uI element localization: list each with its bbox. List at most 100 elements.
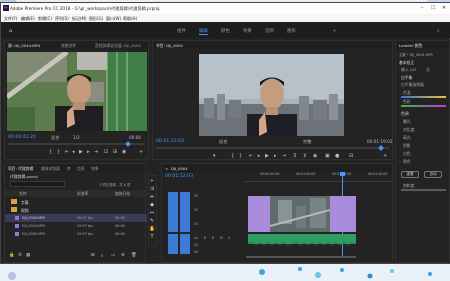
source-patch-v1[interactable] (168, 192, 178, 232)
track-toggle-voice[interactable]: 8 (212, 236, 214, 240)
step-back-icon[interactable]: ◂ (72, 149, 75, 155)
video-clip[interactable] (330, 196, 356, 232)
export-frame-icon[interactable]: ◉ (122, 149, 126, 155)
ripple-edit-tool-icon[interactable]: ⇹ (149, 194, 155, 200)
column-name[interactable]: 名称 (19, 191, 27, 197)
tab-audio-clip-mixer[interactable]: 音频剪辑混合器: DJI_0004 (95, 43, 141, 49)
program-marker-icon[interactable]: ▾ (213, 153, 216, 159)
lift-icon[interactable]: ⊼ (293, 153, 297, 159)
track-select-tool-icon[interactable]: ⇉ (149, 186, 155, 192)
icon-view-icon[interactable]: ▦ (26, 253, 30, 258)
list-item[interactable]: 视频 (5, 206, 147, 214)
type-tool-icon[interactable]: T (149, 234, 155, 240)
program-go-to-out-icon[interactable]: ⇥ (282, 153, 286, 159)
tab-source[interactable]: 源: DJI_0044.MP4 (8, 43, 40, 49)
lumetri-master-clip[interactable]: 主要 * DJI_0004.MP4 (399, 52, 433, 57)
program-resolution-select[interactable]: 完整 (303, 139, 311, 145)
timeline-playhead-handle[interactable] (340, 172, 345, 176)
column-media-start[interactable]: 媒体开始 (115, 191, 130, 197)
list-view-icon[interactable]: ☰ (18, 253, 22, 258)
tab-info[interactable]: 信息 (77, 166, 85, 172)
overwrite-icon[interactable]: ⊞ (113, 149, 117, 155)
mark-out-icon[interactable]: } (57, 149, 60, 155)
source-video-frame[interactable] (7, 52, 147, 131)
pen-tool-icon[interactable]: ✎ (149, 218, 155, 224)
tab-effects[interactable]: 效果 (91, 166, 99, 172)
razor-tool-icon[interactable]: ◆ (149, 202, 155, 208)
hand-tool-icon[interactable]: ✋ (149, 226, 155, 232)
program-step-back-icon[interactable]: ◂ (257, 153, 260, 159)
slip-tool-icon[interactable]: ↔ (149, 210, 155, 216)
selection-tool-icon[interactable]: ➤ (149, 178, 155, 184)
reset-button[interactable]: 重置 (401, 171, 419, 178)
tab-libraries[interactable]: 库 (67, 166, 71, 172)
add-button-icon[interactable]: + (139, 149, 143, 155)
trash-icon[interactable]: 🗑 (131, 253, 137, 258)
new-item-icon[interactable]: ⊕ (121, 253, 125, 258)
saturation-slider[interactable] (401, 189, 446, 191)
project-search-input[interactable] (10, 181, 65, 187)
go-to-in-icon[interactable]: ⇤ (65, 149, 69, 155)
track-target-a1[interactable] (180, 234, 190, 254)
video-clip[interactable] (248, 196, 270, 232)
extract-icon[interactable]: ⊻ (303, 153, 307, 159)
track-toggle-sync[interactable]: 6 (204, 236, 206, 240)
workspace-tab-color[interactable]: 颜色 (221, 28, 230, 34)
list-item[interactable]: DJI_0044.MP4 29.97 fps 00:00 (5, 222, 147, 230)
auto-button[interactable]: 自动 (424, 171, 442, 178)
track-toggle-mute[interactable]: M (220, 236, 223, 240)
go-to-out-icon[interactable]: ⇥ (94, 149, 98, 155)
home-icon[interactable]: ⌂ (9, 28, 12, 34)
program-play-icon[interactable]: ▶ (265, 153, 269, 159)
list-item[interactable]: DJI_0004.MP4 29.97 fps 00:00 (5, 214, 147, 222)
tab-program[interactable]: 节目: DJI_0004 (156, 43, 183, 49)
program-fit-select[interactable]: 适合 (219, 139, 227, 145)
play-icon[interactable]: ▶ (79, 149, 83, 155)
mark-in-icon[interactable]: { (49, 149, 52, 155)
workspace-tab-editing[interactable]: 编辑 (199, 28, 208, 35)
timeline-timecode[interactable]: 00:01:12:03 (165, 174, 193, 179)
input-lut-select[interactable]: 无 (426, 67, 430, 73)
track-target-v1[interactable] (180, 192, 190, 232)
program-mark-out-icon[interactable]: } (239, 153, 242, 159)
source-patch-a1[interactable] (168, 234, 178, 254)
section-basic-correction[interactable]: 基本校正 (399, 60, 414, 66)
program-video-frame[interactable] (199, 54, 344, 136)
workspace-tab-assembly[interactable]: 组件 (177, 28, 186, 34)
close-icon[interactable]: ✕ (442, 5, 446, 11)
step-forward-icon[interactable]: ▸ (87, 149, 90, 155)
tab-project[interactable]: 项目: 代理剪辑 (8, 166, 33, 172)
program-mark-in-icon[interactable]: { (231, 153, 234, 159)
column-frame-rate[interactable]: 帧速率 (77, 191, 88, 197)
timeline-ruler[interactable]: 00:00:50:00 00:01:00:00 00:01:10:00 00:0… (244, 172, 392, 182)
more-workspaces-icon[interactable]: » (333, 28, 336, 34)
automate-icon[interactable]: ⊞ (91, 253, 95, 258)
tab-media-browser[interactable]: 媒体浏览器 (41, 166, 60, 172)
program-add-button-icon[interactable]: + (383, 153, 387, 159)
video-clip-thumbnail[interactable] (270, 196, 330, 232)
program-timecode[interactable]: 00:01:12:03 (156, 139, 184, 144)
list-item[interactable]: DJI_0006.MP4 29.97 fps 00:00 (5, 230, 147, 238)
program-scrubber[interactable] (156, 147, 389, 149)
list-item[interactable]: 字幕 (5, 198, 147, 206)
lock-icon[interactable]: 🔒 (9, 253, 14, 258)
temperature-slider[interactable] (401, 96, 446, 98)
tint-slider[interactable] (401, 105, 446, 107)
new-bin-icon[interactable]: ▭ (111, 253, 115, 258)
maximize-icon[interactable]: ☐ (431, 5, 435, 11)
tab-effect-controls[interactable]: 效果控件 (61, 43, 76, 49)
record-icon[interactable]: ● (335, 153, 339, 159)
workspace-tab-effects[interactable]: 效果 (243, 28, 252, 34)
program-step-forward-icon[interactable]: ▸ (274, 153, 277, 159)
minimize-icon[interactable]: – (421, 5, 424, 11)
program-go-to-in-icon[interactable]: ⇤ (249, 153, 253, 159)
toggle-proxy-icon[interactable]: ⊟ (349, 153, 353, 159)
search-icon[interactable]: ⌕ (437, 28, 440, 34)
source-timecode[interactable]: 00:00:42:20 (8, 135, 36, 140)
timeline-scrollbar[interactable] (246, 256, 356, 258)
comparison-view-icon[interactable]: ▣ (325, 153, 330, 159)
find-icon[interactable]: ⌕ (101, 253, 103, 259)
program-export-frame-icon[interactable]: ◉ (313, 153, 317, 159)
tab-lumetri-color[interactable]: Lumetri 颜色 (399, 43, 422, 49)
workspace-tab-graphics[interactable]: 图形 (287, 28, 296, 34)
